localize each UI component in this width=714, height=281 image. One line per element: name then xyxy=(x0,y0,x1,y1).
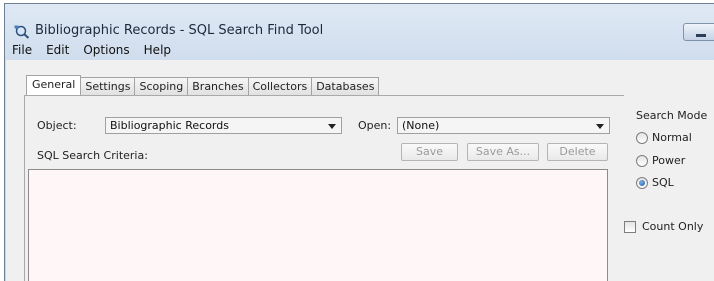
chevron-down-icon xyxy=(328,124,336,129)
object-label: Object: xyxy=(37,119,77,132)
sql-criteria-label: SQL Search Criteria: xyxy=(37,149,148,162)
tab-collectors[interactable]: Collectors xyxy=(247,77,313,95)
count-only-label: Count Only xyxy=(642,220,704,233)
open-select[interactable]: (None) xyxy=(397,117,610,134)
tab-scoping[interactable]: Scoping xyxy=(134,77,189,95)
radio-normal-label: Normal xyxy=(652,131,692,144)
title-bar[interactable]: Bibliographic Records - SQL Search Find … xyxy=(5,4,714,42)
radio-sql-label: SQL xyxy=(652,176,674,189)
chevron-down-icon xyxy=(596,124,604,129)
menu-help[interactable]: Help xyxy=(144,42,171,59)
object-select-value: Bibliographic Records xyxy=(110,119,229,132)
open-label: Open: xyxy=(358,119,392,132)
tab-databases[interactable]: Databases xyxy=(311,77,380,95)
window-title: Bibliographic Records - SQL Search Find … xyxy=(35,23,324,38)
tab-branches[interactable]: Branches xyxy=(187,77,249,95)
open-select-value: (None) xyxy=(402,119,440,132)
radio-sql[interactable] xyxy=(636,177,648,189)
count-only-checkbox[interactable] xyxy=(624,221,636,233)
save-button[interactable]: Save xyxy=(401,143,458,161)
search-mode-title: Search Mode xyxy=(636,109,708,122)
menu-options[interactable]: Options xyxy=(83,42,129,59)
tab-strip: General Settings Scoping Branches Collec… xyxy=(26,75,380,95)
radio-power-label: Power xyxy=(652,154,686,167)
radio-normal[interactable] xyxy=(636,132,648,144)
search-tool-icon xyxy=(14,25,30,39)
delete-button[interactable]: Delete xyxy=(547,143,608,161)
menu-file[interactable]: File xyxy=(12,42,32,59)
save-as-button[interactable]: Save As... xyxy=(467,143,539,161)
menu-bar: File Edit Options Help xyxy=(5,42,714,59)
menu-edit[interactable]: Edit xyxy=(46,42,69,59)
tab-settings[interactable]: Settings xyxy=(80,77,136,95)
minimize-icon xyxy=(696,34,706,37)
tab-general[interactable]: General xyxy=(26,75,82,95)
object-select[interactable]: Bibliographic Records xyxy=(105,117,342,134)
minimize-button[interactable] xyxy=(683,23,714,41)
sql-criteria-input[interactable] xyxy=(28,169,608,281)
radio-power[interactable] xyxy=(636,155,648,167)
